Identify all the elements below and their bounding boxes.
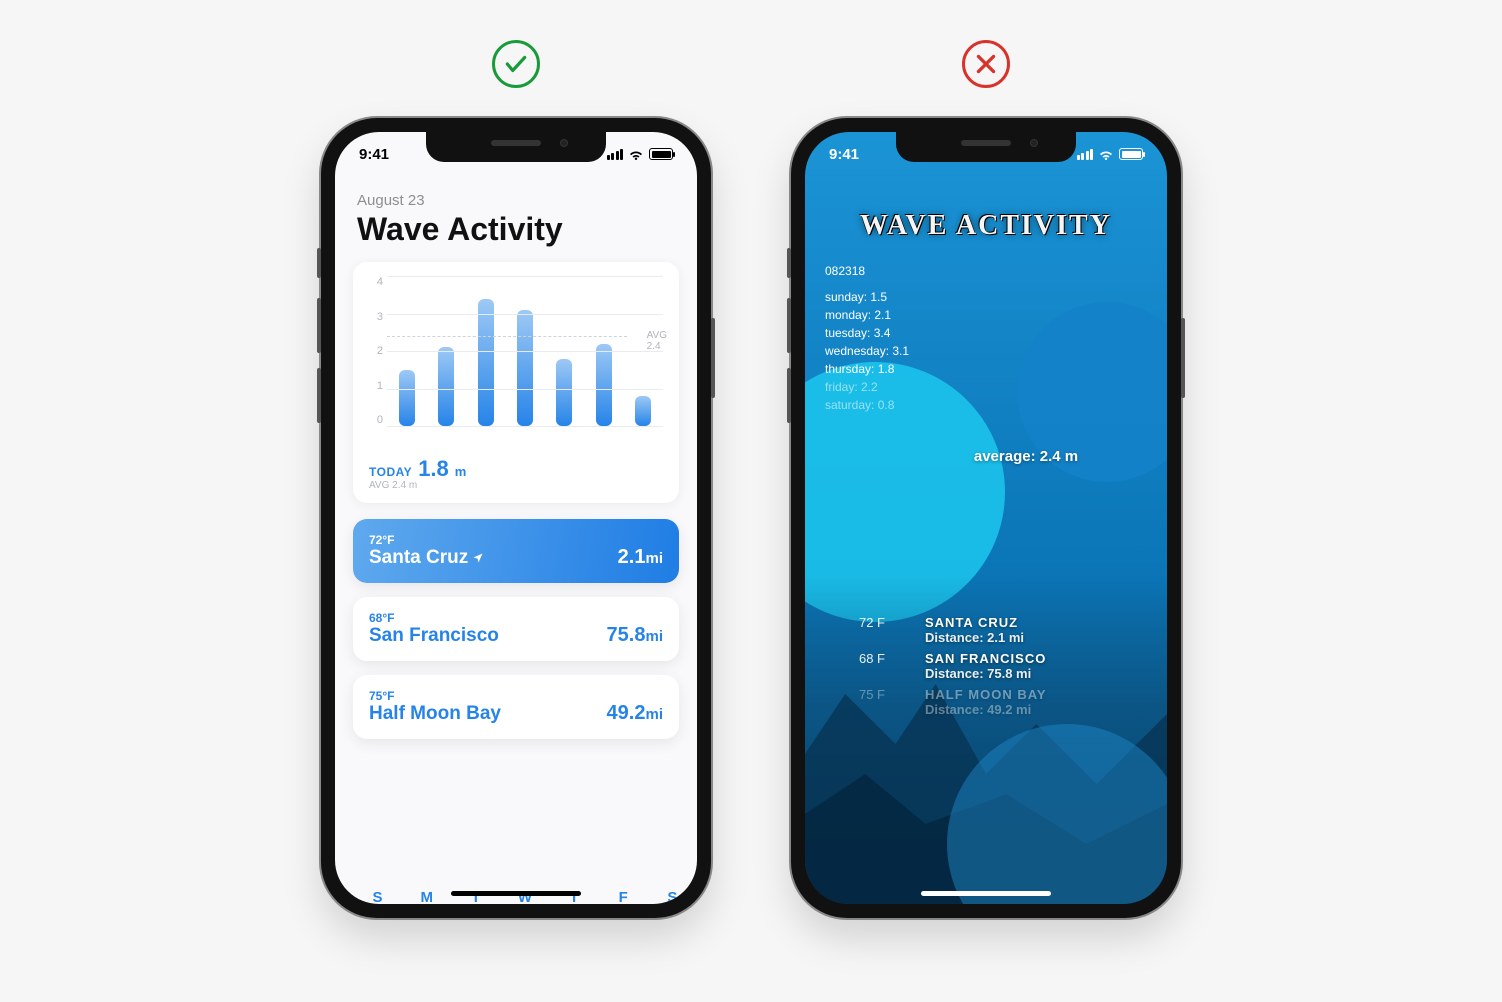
location-row[interactable]: 68 F SAN FRANCISCODistance: 75.8 mi xyxy=(825,651,1147,681)
home-indicator[interactable] xyxy=(451,891,581,896)
day-data-list: sunday: 1.5monday: 2.1tuesday: 3.4wednes… xyxy=(825,288,1147,414)
navigation-icon xyxy=(472,552,484,564)
location-card[interactable]: 75°FHalf Moon Bay 49.2mi xyxy=(353,675,679,739)
chart-bar xyxy=(517,310,533,426)
day-data-line: friday: 2.2 xyxy=(825,378,1147,396)
location-card[interactable]: 72°FSanta Cruz 2.1mi xyxy=(353,519,679,583)
screen-bad: 9:41 WAVE ACTIVITY 082318 sunday: 1.5mon… xyxy=(805,132,1167,904)
page-title: Wave Activity xyxy=(353,211,679,248)
notch xyxy=(426,132,606,162)
home-indicator[interactable] xyxy=(921,891,1051,896)
day-data-line: tuesday: 3.4 xyxy=(825,324,1147,342)
cellular-icon xyxy=(1077,149,1094,160)
date-label: August 23 xyxy=(353,192,679,209)
today-value: 1.8 xyxy=(418,456,449,482)
location-name: San Francisco xyxy=(369,625,499,647)
location-name: Santa Cruz xyxy=(369,547,484,569)
phone-frame-good: 9:41 August 23 Wave Activity 43210 xyxy=(321,118,711,918)
location-name: HALF MOON BAY xyxy=(925,687,1147,702)
chart-bar xyxy=(635,396,651,426)
day-data-line: monday: 2.1 xyxy=(825,306,1147,324)
chart-bar xyxy=(596,344,612,427)
chart-x-label: S xyxy=(370,889,386,904)
chart-footer-avg: AVG 2.4 m xyxy=(369,480,663,491)
average-label: average: 2.4 m xyxy=(905,448,1147,465)
checkmark-icon xyxy=(492,40,540,88)
location-distance: Distance: 49.2 mi xyxy=(925,702,1147,717)
location-temp: 68 F xyxy=(825,651,885,666)
location-distance: Distance: 75.8 mi xyxy=(925,666,1147,681)
battery-icon xyxy=(1119,148,1143,160)
chart-bar xyxy=(556,359,572,427)
wifi-icon xyxy=(1098,148,1114,160)
location-distance: 49.2mi xyxy=(607,702,663,725)
date-code: 082318 xyxy=(825,264,1147,278)
today-unit: m xyxy=(455,464,467,479)
today-label: TODAY xyxy=(369,465,412,479)
location-distance: 75.8mi xyxy=(607,624,663,647)
wifi-icon xyxy=(628,148,644,160)
location-temp: 72°F xyxy=(369,533,484,547)
chart-x-label: S xyxy=(664,889,680,904)
bar-chart: 43210 AVG2.4 xyxy=(369,276,663,446)
location-temp: 72 F xyxy=(825,615,885,630)
bad-column: 9:41 WAVE ACTIVITY 082318 sunday: 1.5mon… xyxy=(791,40,1181,918)
page-title: WAVE ACTIVITY xyxy=(825,210,1147,242)
chart-x-label: F xyxy=(615,889,631,904)
location-temp: 68°F xyxy=(369,611,499,625)
location-distance: Distance: 2.1 mi xyxy=(925,630,1147,645)
chart-bar xyxy=(399,370,415,426)
location-name: SANTA CRUZ xyxy=(925,615,1147,630)
good-column: 9:41 August 23 Wave Activity 43210 xyxy=(321,40,711,918)
cross-icon xyxy=(962,40,1010,88)
cellular-icon xyxy=(607,149,624,160)
comparison-stage: 9:41 August 23 Wave Activity 43210 xyxy=(0,0,1502,918)
location-row[interactable]: 72 F SANTA CRUZDistance: 2.1 mi xyxy=(825,615,1147,645)
location-card[interactable]: 68°FSan Francisco 75.8mi xyxy=(353,597,679,661)
notch xyxy=(896,132,1076,162)
phone-frame-bad: 9:41 WAVE ACTIVITY 082318 sunday: 1.5mon… xyxy=(791,118,1181,918)
location-temp: 75°F xyxy=(369,689,501,703)
screen-good: 9:41 August 23 Wave Activity 43210 xyxy=(335,132,697,904)
chart-bar xyxy=(438,347,454,426)
day-data-line: thursday: 1.8 xyxy=(825,360,1147,378)
location-row[interactable]: 75 F HALF MOON BAYDistance: 49.2 mi xyxy=(825,687,1147,717)
chart-x-label: M xyxy=(419,889,435,904)
battery-icon xyxy=(649,148,673,160)
chart-bar xyxy=(478,299,494,427)
day-data-line: saturday: 0.8 xyxy=(825,396,1147,414)
chart-avg-marker: AVG2.4 xyxy=(647,330,667,352)
chart-card: 43210 AVG2.4 SMTWTFS TODAY 1.8 m xyxy=(353,262,679,503)
location-distance: 2.1mi xyxy=(618,546,663,569)
location-temp: 75 F xyxy=(825,687,885,702)
day-data-line: wednesday: 3.1 xyxy=(825,342,1147,360)
location-name: SAN FRANCISCO xyxy=(925,651,1147,666)
day-data-line: sunday: 1.5 xyxy=(825,288,1147,306)
status-time: 9:41 xyxy=(359,146,389,163)
location-name: Half Moon Bay xyxy=(369,703,501,725)
status-time: 9:41 xyxy=(829,146,859,163)
